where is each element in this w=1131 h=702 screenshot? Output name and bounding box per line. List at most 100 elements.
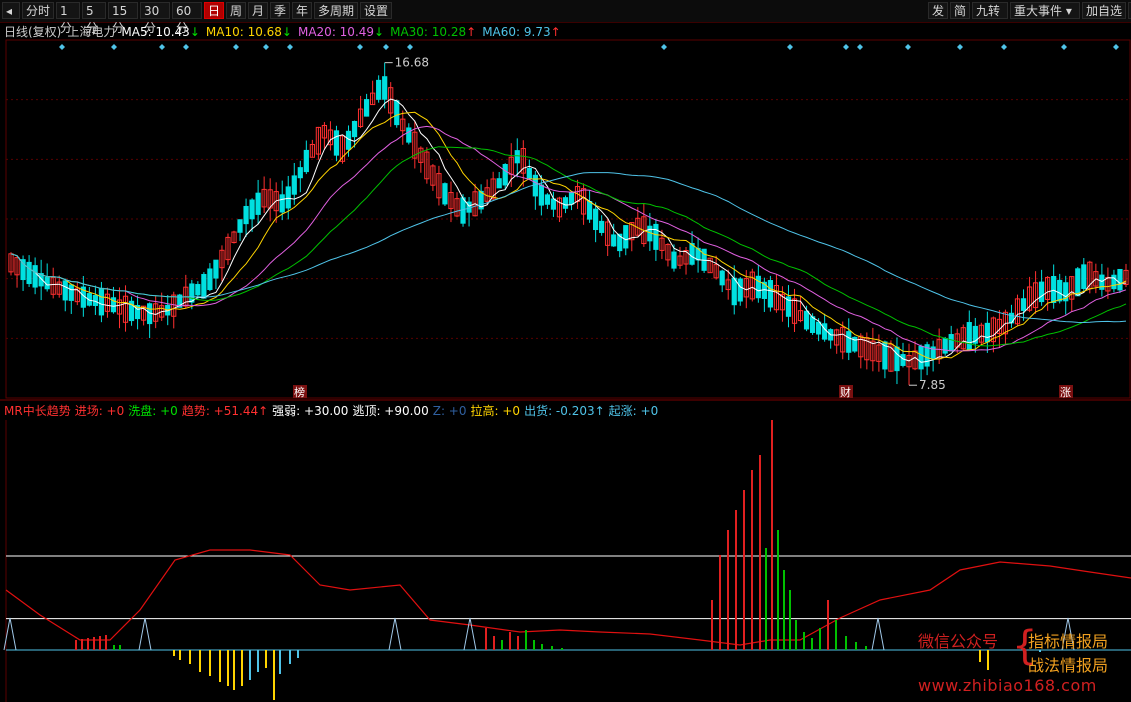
candle-body: [333, 130, 340, 156]
candle-body: [249, 199, 255, 220]
candle-body: [803, 310, 810, 330]
candle-body: [291, 175, 297, 195]
candle-body: [363, 99, 370, 117]
candle-body: [737, 278, 743, 302]
candle-body: [562, 197, 569, 209]
candle-body: [213, 259, 219, 279]
candle-body: [496, 178, 502, 189]
candle-body: [1057, 279, 1063, 302]
rise-spike: [138, 617, 152, 651]
candle-body: [394, 100, 400, 126]
candle-body: [207, 268, 213, 291]
indicator-legend-item: Z: +0: [432, 404, 467, 418]
candle-body: [98, 287, 105, 316]
candle-body: [918, 345, 924, 370]
rise-spike: [388, 617, 402, 651]
signal-diamond-icon: [1061, 44, 1067, 50]
candle-body: [460, 197, 466, 224]
rise-spike: [463, 617, 477, 651]
indicator-legend: MR中长趋势 进场: +0 洗盘: +0 趋势: +51.44↑ 强弱: +30.00 逃…: [4, 403, 662, 419]
ma-line: [10, 125, 1127, 352]
candle-body: [846, 331, 852, 353]
candle-body: [237, 219, 243, 233]
candle-body: [755, 275, 761, 299]
watermark-title-2: 战法情报局: [1028, 656, 1109, 675]
signal-diamond-icon: [407, 44, 413, 50]
candle-body: [948, 334, 954, 352]
candle-body: [442, 183, 448, 205]
candle-body: [92, 295, 98, 307]
indicator-legend-item: 进场: +0: [74, 404, 125, 418]
candle-body: [900, 354, 906, 366]
indicator-legend-item: 强弱: +30.00: [272, 404, 349, 418]
candle-body: [68, 284, 74, 301]
watermark-title-1: 指标情报局: [1028, 632, 1109, 651]
event-marker-label: 财: [840, 385, 851, 399]
ma-line: [10, 111, 1127, 360]
candle-body: [1081, 264, 1087, 289]
candle-body: [767, 280, 774, 308]
candle-body: [406, 127, 412, 143]
rise-spike: [871, 617, 885, 651]
chart-canvas: 16.68 7.85 榜 财 涨: [0, 39, 1131, 702]
candle-body: [195, 284, 201, 296]
indicator-legend-item: 出货: -0.203↑: [524, 404, 605, 418]
candle-body: [966, 322, 972, 350]
candle-body: [285, 186, 291, 209]
indicator-name: MR中长趋势: [4, 404, 71, 418]
signal-diamond-icon: [111, 44, 117, 50]
watermark-wechat: 微信公众号: [918, 632, 999, 651]
signal-diamond-icon: [905, 44, 911, 50]
signal-diamond-icon: [287, 44, 293, 50]
candle-body: [1039, 281, 1045, 303]
candle-body: [32, 265, 38, 288]
candle-body: [376, 79, 382, 100]
candle-body: [822, 323, 828, 340]
candle-body: [502, 164, 508, 186]
candle-body: [303, 149, 309, 173]
candle-body: [568, 192, 575, 205]
candle-body: [1051, 276, 1057, 304]
indicator-legend-item: 逃顶: +90.00: [352, 404, 429, 418]
event-marker-label: 榜: [294, 385, 305, 399]
candle-body: [20, 259, 26, 281]
signal-diamond-icon: [357, 44, 363, 50]
candle-body: [243, 205, 249, 225]
candle-body: [653, 223, 659, 250]
watermark-url: www.zhibiao168.com: [918, 676, 1097, 695]
candle-body: [671, 251, 677, 269]
candle-body: [345, 130, 352, 150]
candle-body: [351, 120, 358, 138]
candle-body: [599, 220, 605, 233]
candle-body: [255, 192, 261, 215]
candle-body: [1075, 268, 1081, 297]
indicator-legend-item: 起涨: +0: [608, 404, 659, 418]
candle-body: [816, 321, 822, 335]
candle-body: [1020, 298, 1027, 311]
low-price-label: 7.85: [919, 378, 946, 392]
event-marker-label: 涨: [1060, 386, 1071, 399]
signal-diamond-icon: [263, 44, 269, 50]
candle-body: [731, 277, 737, 306]
candle-body: [544, 194, 551, 205]
candle-body: [611, 234, 617, 247]
candle-body: [942, 338, 948, 354]
indicator-legend-item: 趋势: +51.44↑: [181, 404, 269, 418]
candle-body: [382, 76, 388, 100]
candle-body: [550, 198, 557, 210]
candle-body: [623, 225, 629, 249]
candle-body: [719, 270, 725, 286]
candle-body: [689, 243, 695, 265]
candle-body: [201, 274, 207, 299]
signal-diamond-icon: [183, 44, 189, 50]
signal-diamond-icon: [1001, 44, 1007, 50]
signal-diamond-icon: [957, 44, 963, 50]
signal-diamond-icon: [857, 44, 863, 50]
ma-line: [10, 98, 1127, 363]
candle-body: [586, 201, 593, 220]
candle-body: [1117, 268, 1123, 291]
candle-body: [26, 261, 32, 285]
signal-diamond-icon: [159, 44, 165, 50]
signal-diamond-icon: [59, 44, 65, 50]
candle-body: [189, 283, 195, 303]
